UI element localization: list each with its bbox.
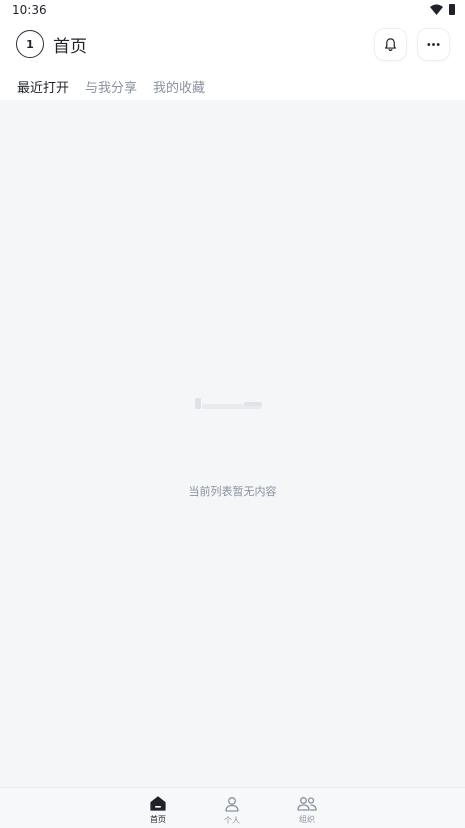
status-icons	[430, 4, 455, 15]
more-button[interactable]	[418, 29, 449, 60]
more-icon	[427, 43, 440, 46]
bottom-nav: 首页 个人 组织	[0, 787, 465, 828]
nav-personal-label: 个人	[224, 816, 240, 825]
tab-recent[interactable]: 最近打开	[17, 77, 69, 96]
header: 1 首页	[0, 28, 465, 60]
empty-illustration	[195, 398, 262, 409]
tab-bar: 最近打开 与我分享 我的收藏	[17, 77, 205, 96]
home-icon	[150, 796, 166, 811]
battery-icon	[449, 4, 455, 15]
nav-personal[interactable]: 个人	[212, 796, 252, 826]
notification-button[interactable]	[375, 29, 406, 60]
status-time: 10:36	[12, 3, 47, 17]
nav-organization-label: 组织	[299, 815, 315, 824]
nav-organization[interactable]: 组织	[287, 796, 327, 825]
bell-icon	[385, 38, 396, 51]
tab-shared-with-me[interactable]: 与我分享	[85, 77, 137, 96]
nav-home-label: 首页	[150, 815, 166, 824]
wifi-icon	[430, 4, 443, 15]
avatar[interactable]: 1	[16, 30, 44, 58]
status-bar: 10:36	[0, 0, 465, 22]
page-title: 首页	[53, 37, 87, 57]
group-icon	[297, 797, 317, 811]
person-icon	[225, 797, 239, 812]
nav-home[interactable]: 首页	[138, 796, 178, 825]
tab-favorites[interactable]: 我的收藏	[153, 77, 205, 96]
empty-state-message: 当前列表暂无内容	[188, 485, 277, 498]
